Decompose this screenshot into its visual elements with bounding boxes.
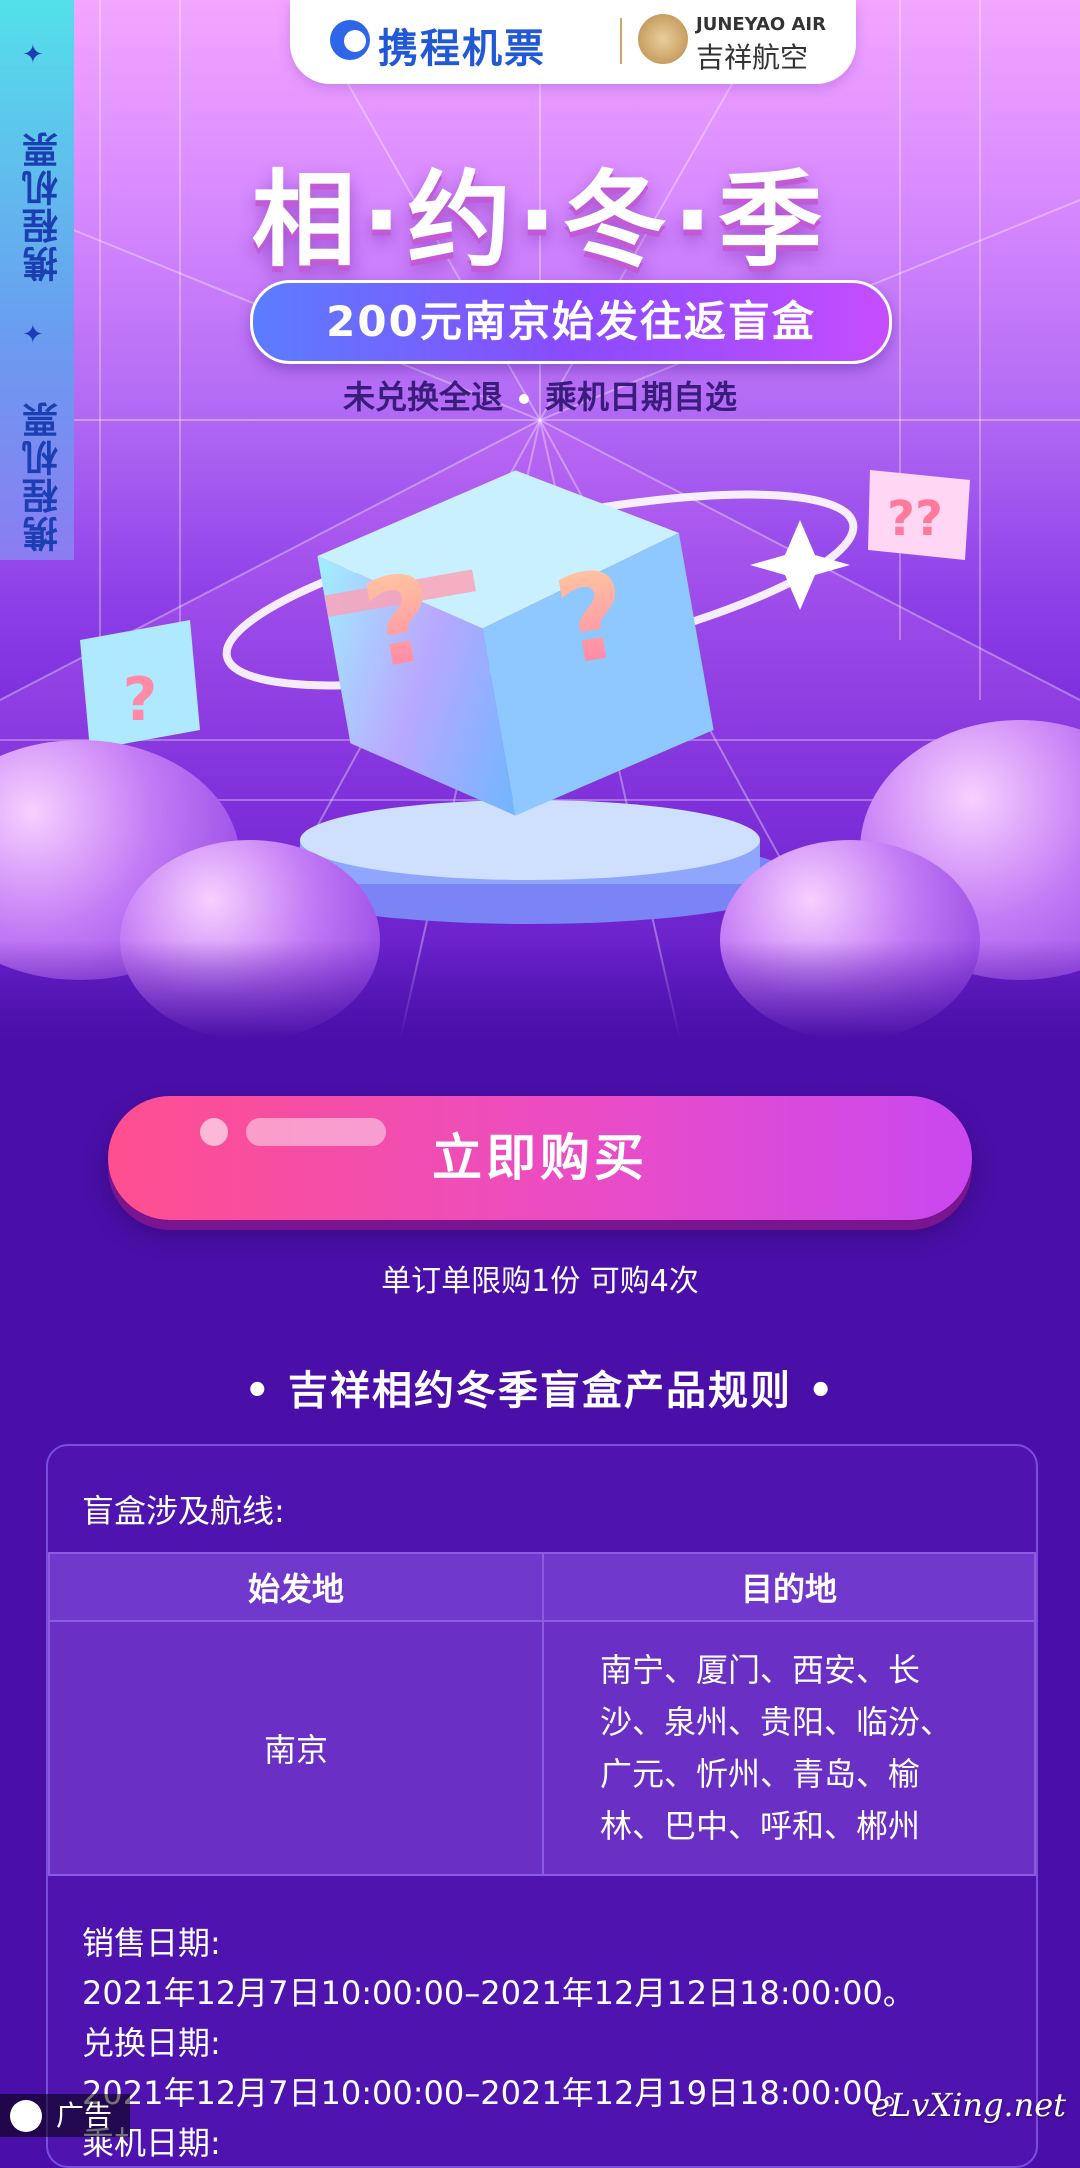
ctrip-logo-icon [330,20,370,60]
routes-label: 盲盒涉及航线: [82,1492,285,1530]
watermark: eLvXing.net [871,2086,1066,2124]
star-icon: ✦ [22,320,44,350]
svg-text:??: ?? [887,491,943,547]
sale-date-value: 2021年12月7日10:00:00–2021年12月12日18:00:00。 [82,1974,915,2012]
dot-separator [519,394,529,404]
button-highlight [200,1118,228,1146]
hero-subtitle: 200元南京始发往返盲盒 [250,280,892,364]
origin-cell: 南京 [48,1620,544,1876]
hero-tagline: 未兑换全退 乘机日期自选 [0,372,1080,418]
table-header-origin: 始发地 [48,1552,544,1622]
ctrip-brand-name: 携程机票 [378,26,546,72]
redeem-date-label: 兑换日期: [82,2024,221,2062]
ad-icon [10,2100,42,2132]
rules-card: 盲盒涉及航线: 始发地 目的地 南京 南宁、厦门、西安、长沙、泉州、贵阳、临汾、… [46,1444,1038,2168]
hero-title: 相·约·冬·季 [251,159,829,281]
hero-banner: ? ? ? ?? ✦ 携程机票 ✦ 携程机票 携程机票 JUNEYAO AIR … [0,0,1080,1040]
small-box-left: ? [80,620,200,750]
tagline-left: 未兑换全退 [342,378,503,416]
star-icon: ✦ [22,40,44,70]
redeem-date-value: 2021年12月7日10:00:00–2021年12月19日18:00:00。 [82,2074,915,2112]
small-box-right: ?? [868,470,970,560]
logo-divider [620,18,622,64]
juneyao-brand-en: JUNEYAO AIR [696,14,826,35]
side-label-repeat: 携程机票 [23,400,64,552]
tagline-right: 乘机日期自选 [545,378,738,416]
svg-text:?: ? [123,665,158,735]
table-header-destination: 目的地 [542,1552,1036,1622]
sale-date-label: 销售日期: [82,1924,221,1962]
route-table: 始发地 目的地 南京 南宁、厦门、西安、长沙、泉州、贵阳、临汾、广元、忻州、青岛… [48,1552,1036,1876]
purchase-limit-note: 单订单限购1份 可购4次 [381,1264,699,1299]
destinations-cell: 南宁、厦门、西安、长沙、泉州、贵阳、临汾、广元、忻州、青岛、榆林、巴中、呼和、郴… [542,1620,1036,1876]
buy-now-button[interactable]: 立即购买 [108,1096,972,1220]
juneyao-brand-cn: 吉祥航空 [696,41,809,74]
rules-title: • 吉祥相约冬季盲盒产品规则 • [244,1368,836,1414]
button-highlight [246,1118,386,1146]
juneyao-emblem-icon [638,14,688,64]
brand-logo-bar: 携程机票 JUNEYAO AIR 吉祥航空 [290,0,856,84]
